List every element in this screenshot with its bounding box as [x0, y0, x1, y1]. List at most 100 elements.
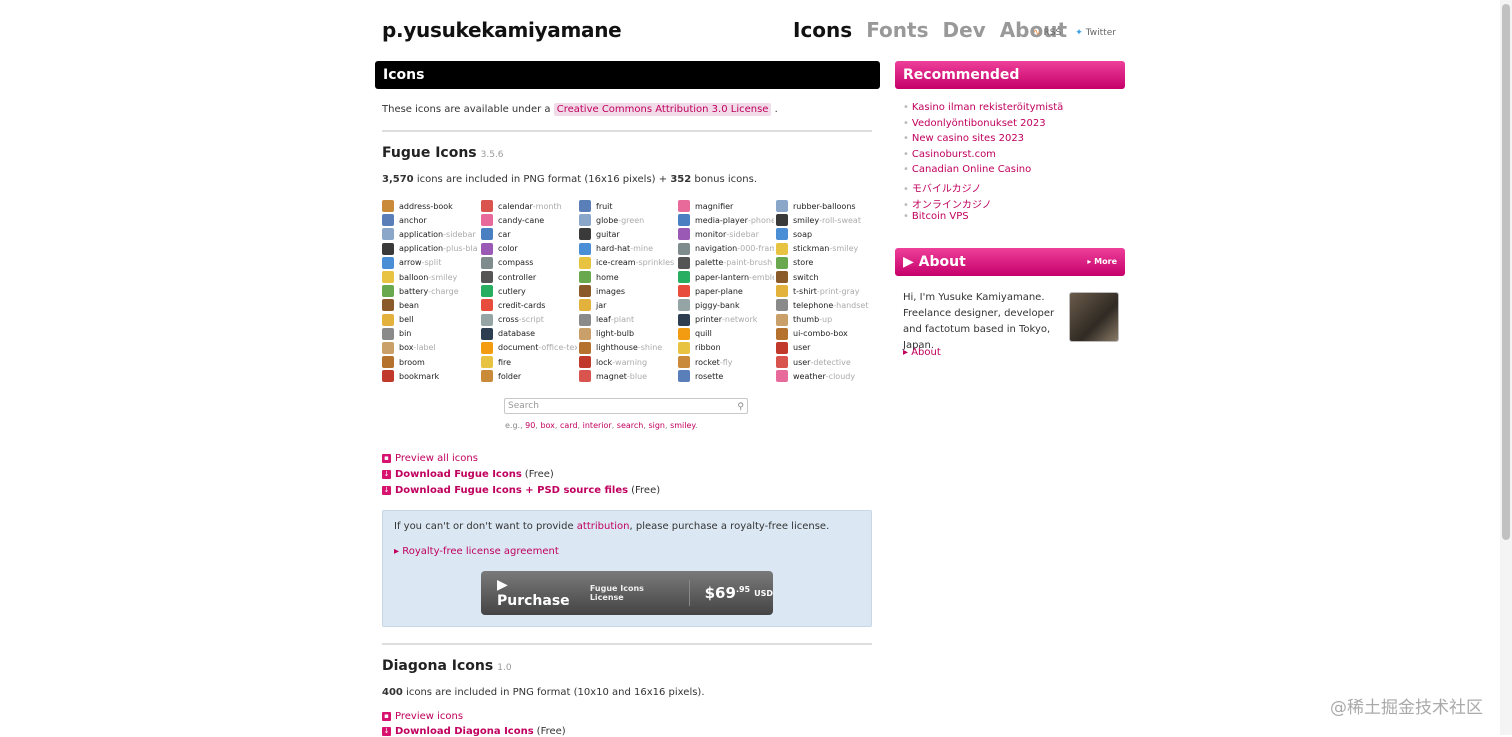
icon-sample[interactable]: arrow -split: [382, 256, 478, 270]
icon-sample[interactable]: printer -network: [678, 313, 774, 327]
icon-sample[interactable]: hard-hat -mine: [579, 242, 675, 256]
icon-sample[interactable]: navigation-000-frame: [678, 242, 774, 256]
icon-sample[interactable]: ui-combo-box: [776, 327, 872, 341]
search-example-link[interactable]: search: [617, 421, 644, 430]
diagona-download-link[interactable]: ↓ Download Diagona Icons (Free): [382, 726, 566, 737]
recommended-link[interactable]: • Bitcoin VPS: [903, 211, 1063, 227]
royalty-free-agreement-link[interactable]: ▸ Royalty-free license agreement: [394, 546, 559, 557]
icon-sample[interactable]: globe -green: [579, 213, 675, 227]
icon-sample[interactable]: home: [579, 270, 675, 284]
recommended-link[interactable]: • オンラインカジノ: [903, 196, 1063, 212]
scrollbar-thumb[interactable]: [1502, 4, 1510, 540]
search-example-link[interactable]: smiley: [670, 421, 695, 430]
icon-sample[interactable]: bean: [382, 298, 478, 312]
icon-sample[interactable]: telephone -handset: [776, 298, 872, 312]
icon-sample[interactable]: light-bulb: [579, 327, 675, 341]
icon-sample[interactable]: document-office-text: [481, 341, 577, 355]
icon-sample[interactable]: weather -cloudy: [776, 369, 872, 383]
icon-sample[interactable]: palette -paint-brush: [678, 256, 774, 270]
search-example-link[interactable]: card: [560, 421, 578, 430]
attribution-link[interactable]: attribution: [577, 521, 630, 532]
icon-sample[interactable]: candy-cane: [481, 213, 577, 227]
cc-license-link[interactable]: Creative Commons Attribution 3.0 License: [553, 103, 772, 116]
icon-sample[interactable]: leaf -plant: [579, 313, 675, 327]
icon-sample[interactable]: monitor -sidebar: [678, 227, 774, 241]
icon-sample[interactable]: paper-plane: [678, 284, 774, 298]
recommended-link[interactable]: • Canadian Online Casino: [903, 164, 1063, 180]
icon-sample[interactable]: switch: [776, 270, 872, 284]
search-example-link[interactable]: box: [540, 421, 554, 430]
icon-sample[interactable]: anchor: [382, 213, 478, 227]
icon-sample[interactable]: broom: [382, 355, 478, 369]
recommended-link[interactable]: • Vedonlyöntibonukset 2023: [903, 118, 1063, 134]
icon-sample[interactable]: magnet -blue: [579, 369, 675, 383]
preview-all-icons-link[interactable]: ▪ Preview all icons: [382, 453, 478, 464]
icon-sample[interactable]: compass: [481, 256, 577, 270]
download-fugue-link[interactable]: ↓ Download Fugue Icons (Free): [382, 469, 554, 480]
icon-sample[interactable]: store: [776, 256, 872, 270]
search-example-link[interactable]: 90: [525, 421, 535, 430]
icon-sample[interactable]: thumb -up: [776, 313, 872, 327]
icon-sample[interactable]: fruit: [579, 199, 675, 213]
icon-sample[interactable]: controller: [481, 270, 577, 284]
icon-sample[interactable]: fire: [481, 355, 577, 369]
icon-sample[interactable]: bell: [382, 313, 478, 327]
download-fugue-psd-link[interactable]: ↓ Download Fugue Icons + PSD source file…: [382, 485, 660, 496]
purchase-button[interactable]: ▶ Purchase Fugue Icons License $69.95 US…: [481, 571, 773, 615]
icon-sample[interactable]: piggy-bank: [678, 298, 774, 312]
icon-sample[interactable]: application -plus-bla: [382, 242, 478, 256]
icon-sample[interactable]: quill: [678, 327, 774, 341]
nav-icons[interactable]: Icons: [793, 18, 852, 42]
icon-sample[interactable]: bookmark: [382, 369, 478, 383]
recommended-link[interactable]: • モバイルカジノ: [903, 180, 1063, 196]
icon-sample[interactable]: paper-lantern-emblem: [678, 270, 774, 284]
icon-sample[interactable]: ribbon: [678, 341, 774, 355]
icon-sample[interactable]: rubber-balloons: [776, 199, 872, 213]
rss-link[interactable]: ∿ RSS: [1033, 28, 1061, 38]
search-icon[interactable]: ⚲: [737, 400, 744, 414]
icon-sample[interactable]: folder: [481, 369, 577, 383]
recommended-link[interactable]: • Casinoburst.com: [903, 149, 1063, 165]
icon-sample[interactable]: lighthouse -shine: [579, 341, 675, 355]
icon-sample[interactable]: ice-cream -sprinkles: [579, 256, 675, 270]
about-link[interactable]: ▸ About: [903, 347, 941, 358]
icon-sample[interactable]: user: [776, 341, 872, 355]
icon-sample[interactable]: jar: [579, 298, 675, 312]
icon-sample[interactable]: bin: [382, 327, 478, 341]
icon-sample[interactable]: calendar -month: [481, 199, 577, 213]
icon-sample[interactable]: cross -script: [481, 313, 577, 327]
site-title[interactable]: p.yusukekamiyamane: [382, 18, 622, 42]
icon-sample[interactable]: soap: [776, 227, 872, 241]
icon-sample[interactable]: guitar: [579, 227, 675, 241]
search-example-link[interactable]: interior: [583, 421, 612, 430]
icon-sample[interactable]: t-shirt -print-gray: [776, 284, 872, 298]
nav-dev[interactable]: Dev: [942, 18, 985, 42]
icon-sample[interactable]: cutlery: [481, 284, 577, 298]
icon-search-input[interactable]: Search ⚲: [504, 398, 748, 414]
icon-sample[interactable]: credit-cards: [481, 298, 577, 312]
icon-sample[interactable]: images: [579, 284, 675, 298]
icon-sample[interactable]: car: [481, 227, 577, 241]
icon-sample[interactable]: rocket -fly: [678, 355, 774, 369]
icon-sample[interactable]: database: [481, 327, 577, 341]
icon-sample[interactable]: application -sidebar: [382, 227, 478, 241]
twitter-link[interactable]: ✦ Twitter: [1075, 28, 1116, 38]
icon-sample[interactable]: stickman -smiley: [776, 242, 872, 256]
icon-sample[interactable]: balloon -smiley: [382, 270, 478, 284]
recommended-link[interactable]: • Kasino ilman rekisteröitymistä: [903, 102, 1063, 118]
icon-sample[interactable]: battery -charge: [382, 284, 478, 298]
icon-sample[interactable]: media-player -phone: [678, 213, 774, 227]
icon-sample[interactable]: smiley -roll-sweat: [776, 213, 872, 227]
icon-sample[interactable]: address-book: [382, 199, 478, 213]
nav-fonts[interactable]: Fonts: [866, 18, 928, 42]
icon-sample[interactable]: lock -warning: [579, 355, 675, 369]
icon-sample[interactable]: color: [481, 242, 577, 256]
icon-sample[interactable]: rosette: [678, 369, 774, 383]
diagona-preview-link[interactable]: ▪ Preview icons: [382, 711, 463, 722]
recommended-link[interactable]: • New casino sites 2023: [903, 133, 1063, 149]
icon-sample[interactable]: box -label: [382, 341, 478, 355]
search-example-link[interactable]: sign: [648, 421, 665, 430]
about-more-link[interactable]: ▸ More: [1087, 248, 1117, 276]
icon-sample[interactable]: user -detective: [776, 355, 872, 369]
icon-sample[interactable]: magnifier: [678, 199, 774, 213]
